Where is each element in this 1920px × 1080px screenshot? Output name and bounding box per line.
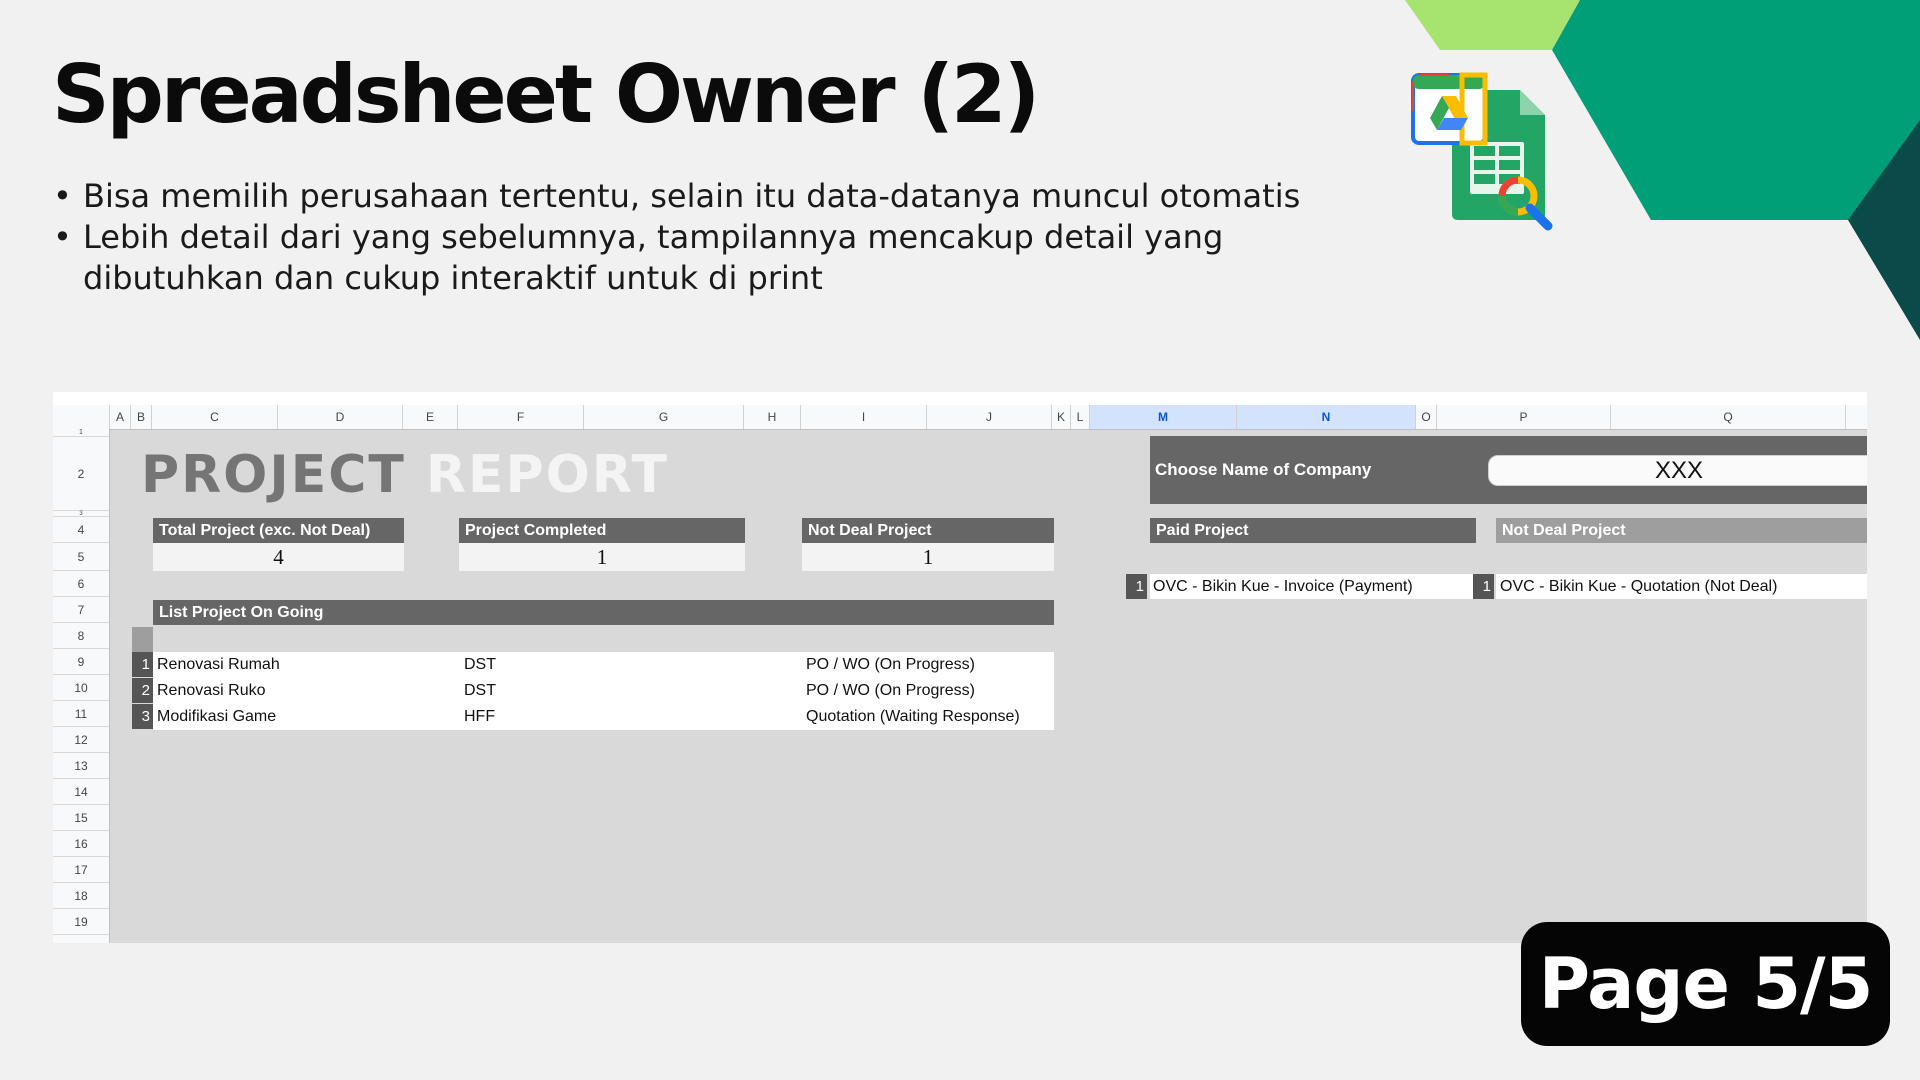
company-label: Choose Name of Company: [1155, 460, 1372, 479]
row-header[interactable]: 18: [53, 883, 109, 909]
row-header[interactable]: 17: [53, 857, 109, 883]
row-header[interactable]: 14: [53, 779, 109, 805]
page-indicator-badge: Page 5/5: [1521, 922, 1890, 1046]
row-header[interactable]: 15: [53, 805, 109, 831]
row-header-bar: 1 2 3 4 5 6 7 8 9 10 11 12 13 14 15 16 1…: [53, 429, 110, 943]
paid-project-index: 1: [1126, 574, 1147, 599]
bullet-list: Bisa memilih perusahaan tertentu, selain…: [50, 176, 1350, 299]
column-header[interactable]: J: [927, 405, 1052, 429]
stat-value-completed[interactable]: 1: [459, 543, 745, 571]
row-header[interactable]: 9: [53, 649, 109, 675]
ongoing-row-status[interactable]: PO / WO (On Progress): [806, 678, 975, 703]
column-header[interactable]: O: [1416, 405, 1437, 429]
column-header-bar: A B C D E F G H I J K L M N O P Q: [53, 405, 1867, 430]
ongoing-row-code[interactable]: HFF: [464, 704, 495, 729]
ongoing-list-label: List Project On Going: [153, 600, 1054, 625]
company-dropdown-value: XXX: [1654, 457, 1704, 484]
row-header[interactable]: 2: [53, 437, 109, 511]
ongoing-row-status[interactable]: Quotation (Waiting Response): [806, 704, 1020, 729]
column-header[interactable]: H: [744, 405, 801, 429]
ongoing-row-name[interactable]: Modifikasi Game: [157, 704, 276, 729]
row-header[interactable]: 12: [53, 727, 109, 753]
column-header[interactable]: A: [110, 405, 131, 429]
ongoing-row-name[interactable]: Renovasi Ruko: [157, 678, 266, 703]
row-header[interactable]: 16: [53, 831, 109, 857]
row-header[interactable]: 8: [53, 623, 109, 649]
paid-project-label: Paid Project: [1150, 518, 1476, 543]
column-header[interactable]: B: [131, 405, 152, 429]
column-header-selected[interactable]: N: [1237, 405, 1416, 429]
report-title-part1: PROJECT: [141, 445, 406, 505]
ongoing-row-name[interactable]: Renovasi Rumah: [157, 652, 280, 677]
stat-label-total: Total Project (exc. Not Deal): [153, 518, 404, 543]
not-deal-project-label: Not Deal Project: [1496, 518, 1867, 543]
row-header[interactable]: 13: [53, 753, 109, 779]
paid-project-name[interactable]: OVC - Bikin Kue - Invoice (Payment): [1153, 574, 1413, 599]
row-header[interactable]: 11: [53, 701, 109, 727]
stat-label-completed: Project Completed: [459, 518, 745, 543]
report-title: PROJECT REPORT: [141, 444, 669, 506]
column-header[interactable]: I: [801, 405, 927, 429]
column-header[interactable]: D: [278, 405, 403, 429]
row-header[interactable]: 6: [53, 571, 109, 597]
column-header[interactable]: G: [584, 405, 744, 429]
company-dropdown[interactable]: XXX: [1488, 455, 1867, 486]
google-sheets-drive-search-icon: [1411, 72, 1553, 231]
row-header[interactable]: 10: [53, 675, 109, 701]
bullet-item: Lebih detail dari yang sebelumnya, tampi…: [50, 217, 1350, 299]
column-header[interactable]: Q: [1611, 405, 1846, 429]
column-header[interactable]: F: [458, 405, 584, 429]
not-deal-project-index: 1: [1473, 574, 1494, 599]
report-title-part2: REPORT: [425, 445, 670, 505]
row-header[interactable]: 5: [53, 543, 109, 571]
slide-title: Spreadsheet Owner (2): [52, 48, 1040, 141]
ongoing-row-index: 3: [132, 704, 153, 729]
ongoing-row-code[interactable]: DST: [464, 678, 496, 703]
column-header[interactable]: L: [1071, 405, 1090, 429]
column-header[interactable]: E: [403, 405, 458, 429]
stat-value-total[interactable]: 4: [153, 543, 404, 571]
ongoing-row-index: 2: [132, 678, 153, 703]
stat-value-not-deal[interactable]: 1: [802, 543, 1054, 571]
ongoing-header-spacer: [132, 627, 153, 652]
spreadsheet: A B C D E F G H I J K L M N O P Q 1 2 3 …: [53, 392, 1867, 943]
column-header[interactable]: C: [152, 405, 278, 429]
row-header[interactable]: 7: [53, 597, 109, 623]
bullet-item: Bisa memilih perusahaan tertentu, selain…: [50, 176, 1350, 217]
column-header[interactable]: K: [1052, 405, 1071, 429]
row-header[interactable]: 4: [53, 517, 109, 543]
report-canvas: PROJECT REPORT Total Project (exc. Not D…: [110, 430, 1867, 943]
ongoing-row-index: 1: [132, 652, 153, 677]
toolbar-strip: [53, 392, 1867, 406]
column-header[interactable]: P: [1437, 405, 1611, 429]
row-header[interactable]: 19: [53, 909, 109, 935]
column-header-selected[interactable]: M: [1090, 405, 1237, 429]
row-header[interactable]: 1: [53, 429, 109, 437]
company-selector-panel: Choose Name of Company XXX: [1150, 436, 1867, 504]
not-deal-project-name[interactable]: OVC - Bikin Kue - Quotation (Not Deal): [1500, 574, 1777, 599]
column-header-spacer: [53, 405, 110, 429]
ongoing-row-status[interactable]: PO / WO (On Progress): [806, 652, 975, 677]
ongoing-row-code[interactable]: DST: [464, 652, 496, 677]
stat-label-not-deal: Not Deal Project: [802, 518, 1054, 543]
